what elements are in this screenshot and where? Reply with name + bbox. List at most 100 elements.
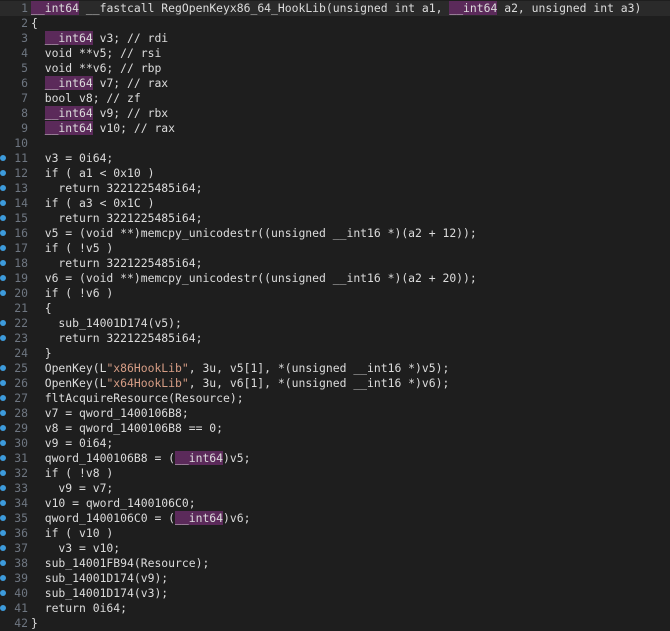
breakpoint-dot-icon[interactable] bbox=[0, 170, 6, 176]
code-line[interactable]: 37 v3 = v10; bbox=[0, 541, 670, 556]
highlighted-token: __int64 bbox=[175, 511, 224, 525]
code-line[interactable]: 24 } bbox=[0, 346, 670, 361]
code-line[interactable]: 8 __int64 v9; // rbx bbox=[0, 106, 670, 121]
highlighted-token: __int64 bbox=[44, 121, 93, 135]
code-text: v6 = (void **)memcpy_unicodestr((unsigne… bbox=[31, 271, 477, 286]
code-token: bool v8; // zf bbox=[31, 91, 141, 105]
code-line[interactable]: 27 fltAcquireResource(Resource); bbox=[0, 391, 670, 406]
code-line[interactable]: 23 return 3221225485i64; bbox=[0, 331, 670, 346]
breakpoint-dot-icon[interactable] bbox=[0, 185, 6, 191]
highlighted-token: __int64 bbox=[449, 1, 498, 15]
breakpoint-dot-icon[interactable] bbox=[0, 545, 6, 551]
breakpoint-dot-icon[interactable] bbox=[0, 560, 6, 566]
breakpoint-dot-icon[interactable] bbox=[0, 215, 6, 221]
breakpoint-dot-icon[interactable] bbox=[0, 425, 6, 431]
code-line[interactable]: 32 if ( !v8 ) bbox=[0, 466, 670, 481]
code-token: { bbox=[31, 16, 38, 30]
code-line[interactable]: 7 bool v8; // zf bbox=[0, 91, 670, 106]
code-token: sub_14001FB94(Resource); bbox=[31, 556, 210, 570]
code-line[interactable]: 16 v5 = (void **)memcpy_unicodestr((unsi… bbox=[0, 226, 670, 241]
code-line[interactable]: 14 if ( a3 < 0x1C ) bbox=[0, 196, 670, 211]
code-line[interactable]: 41 return 0i64; bbox=[0, 601, 670, 616]
pseudocode-editor[interactable]: 1 __int64 __fastcall RegOpenKeyx86_64_Hoo… bbox=[0, 0, 670, 630]
code-line[interactable]: 29 v8 = qword_1400106B8 == 0; bbox=[0, 421, 670, 436]
code-token: fltAcquireResource(Resource); bbox=[31, 391, 244, 405]
breakpoint-dot-icon[interactable] bbox=[0, 575, 6, 581]
code-line[interactable]: 40 sub_14001D174(v3); bbox=[0, 586, 670, 601]
code-line[interactable]: 39 sub_14001D174(v9); bbox=[0, 571, 670, 586]
breakpoint-dot-icon[interactable] bbox=[0, 395, 6, 401]
breakpoint-dot-icon[interactable] bbox=[0, 230, 6, 236]
breakpoint-dot-icon[interactable] bbox=[0, 245, 6, 251]
code-line[interactable]: 18 return 3221225485i64; bbox=[0, 256, 670, 271]
code-text: bool v8; // zf bbox=[31, 91, 141, 106]
code-token: a2, unsigned int a3) bbox=[497, 1, 642, 15]
code-token: return 3221225485i64; bbox=[31, 256, 203, 270]
breakpoint-dot-icon[interactable] bbox=[0, 410, 6, 416]
code-token: qword_1400106B8 = ( bbox=[31, 451, 176, 465]
breakpoint-dot-icon[interactable] bbox=[0, 485, 6, 491]
code-line[interactable]: 11 v3 = 0i64; bbox=[0, 151, 670, 166]
code-text: __int64 v9; // rbx bbox=[31, 106, 168, 121]
breakpoint-dot-icon[interactable] bbox=[0, 365, 6, 371]
code-token: if ( a3 < 0x1C ) bbox=[31, 196, 155, 210]
code-token: return 3221225485i64; bbox=[31, 331, 203, 345]
code-line[interactable]: 21 { bbox=[0, 301, 670, 316]
line-number: 1 bbox=[21, 1, 28, 15]
code-line[interactable]: 38 sub_14001FB94(Resource); bbox=[0, 556, 670, 571]
breakpoint-dot-icon[interactable] bbox=[0, 515, 6, 521]
string-literal: "x86HookLib" bbox=[106, 361, 189, 375]
breakpoint-dot-icon[interactable] bbox=[0, 335, 6, 341]
breakpoint-dot-icon[interactable] bbox=[0, 275, 6, 281]
code-line[interactable]: 25 OpenKey(L"x86HookLib", 3u, v5[1], *(u… bbox=[0, 361, 670, 376]
code-line[interactable]: 36 if ( v10 ) bbox=[0, 526, 670, 541]
breakpoint-dot-icon[interactable] bbox=[0, 530, 6, 536]
code-text: if ( a1 < 0x10 ) bbox=[31, 166, 155, 181]
code-line[interactable]: 9 __int64 v10; // rax bbox=[0, 121, 670, 136]
code-line[interactable]: 12 if ( a1 < 0x10 ) bbox=[0, 166, 670, 181]
code-line[interactable]: 30 v9 = 0i64; bbox=[0, 436, 670, 451]
breakpoint-dot-icon[interactable] bbox=[0, 380, 6, 386]
code-line[interactable]: 3 __int64 v3; // rdi bbox=[0, 31, 670, 46]
breakpoint-dot-icon[interactable] bbox=[0, 155, 6, 161]
code-text: v8 = qword_1400106B8 == 0; bbox=[31, 421, 223, 436]
breakpoint-dot-icon[interactable] bbox=[0, 320, 6, 326]
code-line[interactable]: 34 v10 = qword_1400106C0; bbox=[0, 496, 670, 511]
code-text: sub_14001D174(v5); bbox=[31, 316, 182, 331]
code-text: sub_14001D174(v3); bbox=[31, 586, 168, 601]
breakpoint-dot-icon[interactable] bbox=[0, 290, 6, 296]
breakpoint-dot-icon[interactable] bbox=[0, 470, 6, 476]
code-text: return 3221225485i64; bbox=[31, 181, 202, 196]
code-line[interactable]: 22 sub_14001D174(v5); bbox=[0, 316, 670, 331]
line-number: 24 bbox=[14, 346, 28, 360]
code-token: sub_14001D174(v5); bbox=[31, 316, 182, 330]
code-line[interactable]: 20 if ( !v6 ) bbox=[0, 286, 670, 301]
code-line[interactable]: 42} bbox=[0, 616, 670, 631]
breakpoint-dot-icon[interactable] bbox=[0, 440, 6, 446]
code-line[interactable]: 33 v9 = v7; bbox=[0, 481, 670, 496]
breakpoint-dot-icon[interactable] bbox=[0, 605, 6, 611]
code-line[interactable]: 2{ bbox=[0, 16, 670, 31]
code-line[interactable]: 28 v7 = qword_1400106B8; bbox=[0, 406, 670, 421]
code-line[interactable]: 1 __int64 __fastcall RegOpenKeyx86_64_Hoo… bbox=[0, 1, 670, 16]
code-line[interactable]: 35 qword_1400106C0 = (__int64)v6; bbox=[0, 511, 670, 526]
code-line[interactable]: 17 if ( !v5 ) bbox=[0, 241, 670, 256]
breakpoint-dot-icon[interactable] bbox=[0, 590, 6, 596]
breakpoint-dot-icon[interactable] bbox=[0, 260, 6, 266]
code-line[interactable]: 13 return 3221225485i64; bbox=[0, 181, 670, 196]
code-line[interactable]: 31 qword_1400106B8 = (__int64)v5; bbox=[0, 451, 670, 466]
breakpoint-dot-icon[interactable] bbox=[0, 455, 6, 461]
code-line[interactable]: 10 bbox=[0, 136, 670, 151]
code-line[interactable]: 26 OpenKey(L"x64HookLib", 3u, v6[1], *(u… bbox=[0, 376, 670, 391]
breakpoint-dot-icon[interactable] bbox=[0, 500, 6, 506]
code-text: v7 = qword_1400106B8; bbox=[31, 406, 189, 421]
code-line[interactable]: 4 void **v5; // rsi bbox=[0, 46, 670, 61]
code-line[interactable]: 15 return 3221225485i64; bbox=[0, 211, 670, 226]
breakpoint-dot-icon[interactable] bbox=[0, 200, 6, 206]
code-line[interactable]: 19 v6 = (void **)memcpy_unicodestr((unsi… bbox=[0, 271, 670, 286]
code-line[interactable]: 6 __int64 v7; // rax bbox=[0, 76, 670, 91]
code-token: v8 = qword_1400106B8 == 0; bbox=[31, 421, 224, 435]
code-line[interactable]: 5 void **v6; // rbp bbox=[0, 61, 670, 76]
